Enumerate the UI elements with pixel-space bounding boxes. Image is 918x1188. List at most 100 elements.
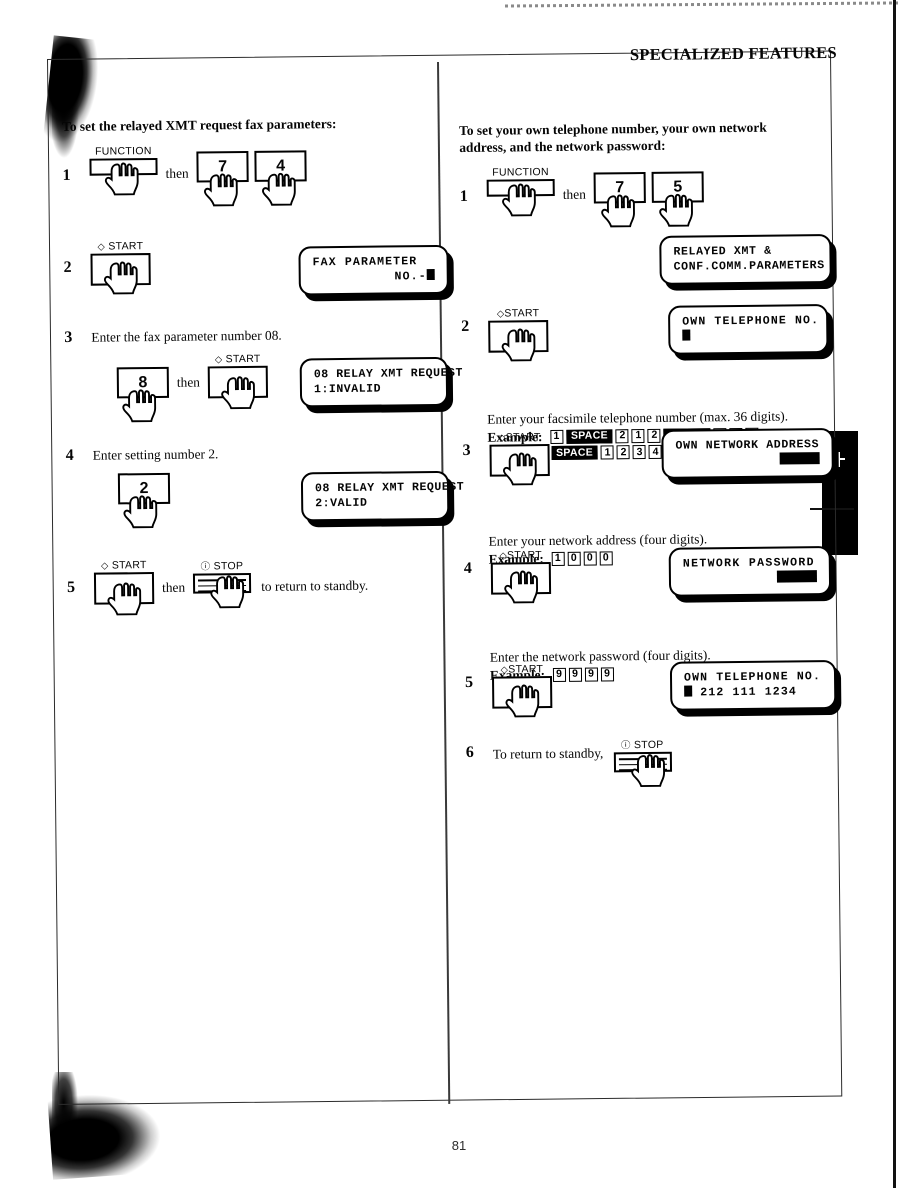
lcd-line-1: 08 RELAY XMT REQUEST — [314, 480, 465, 496]
digit-key-2-box[interactable]: 2 — [117, 472, 171, 505]
lcd-screen: OWN TELEPHONE NO. 212 111 1234 — [669, 659, 837, 711]
start-key[interactable]: ◇START — [489, 431, 550, 486]
scanned-manual-page: SPECIALIZED FEATURES To set the relayed … — [0, 0, 918, 1188]
lcd-line-1: NETWORK PASSWORD — [682, 556, 815, 571]
start-key-cap-text: START — [225, 352, 261, 366]
lcd-line-2-text: NO.- — [394, 270, 427, 284]
lcd-line-2 — [682, 328, 814, 344]
lcd-inverse-block — [779, 452, 820, 465]
function-key-cap-label: FUNCTION — [94, 145, 152, 158]
lcd-line-2: CONF.COMM.PARAMETERS — [673, 259, 825, 274]
left-step-3-text: Enter the fax parameter number 08. — [91, 327, 282, 345]
left-step-4: 4 Enter setting number 2. 2 08 RELAY XMT… — [65, 443, 464, 539]
start-key-cap-text: START — [111, 559, 147, 572]
digit-key-7-box[interactable]: 7 — [593, 171, 646, 204]
right-step-1: 1 FUNCTION then 7 5 RELAYED XMT & CONF.C… — [459, 164, 837, 298]
start-key-box[interactable] — [93, 572, 155, 605]
right-step-4: 4 ◇START NETWORK PASSWORD Enter the netw… — [463, 542, 837, 683]
lcd-cursor-block — [684, 685, 693, 697]
lcd-line-2 — [683, 570, 818, 586]
digit-key-5[interactable]: 5 — [651, 171, 704, 227]
lcd-cursor-block — [426, 268, 435, 281]
lcd-screen: RELAYED XMT & CONF.COMM.PARAMETERS — [659, 233, 832, 285]
start-key-box[interactable] — [207, 365, 269, 399]
lcd-line-2: NO.- — [313, 268, 435, 285]
digit-key-4-box[interactable]: 4 — [254, 150, 307, 182]
right-step-2: 2 ◇START OWN TELEPHONE NO. Enter your fa… — [461, 300, 834, 461]
function-key[interactable]: FUNCTION — [89, 145, 158, 196]
start-key[interactable]: ◇ START — [207, 352, 269, 410]
start-key-cap-label: ◇START — [499, 549, 543, 562]
stop-key-cap-label: ⓘ STOP — [620, 738, 664, 752]
function-key-cap-label: FUNCTION — [492, 166, 549, 179]
right-step-1-number: 1 — [459, 187, 468, 205]
function-key-box[interactable] — [89, 157, 158, 176]
lcd-screen: 08 RELAY XMT REQUEST 1:INVALID — [299, 356, 463, 408]
right-step-3: 3 ◇START OWN NETWORK ADDRESS Enter your … — [462, 424, 839, 567]
left-step-5-trailing-text: to return to standby. — [261, 577, 369, 594]
page-number: 81 — [451, 1138, 467, 1153]
left-step-1-then-label: then — [165, 165, 189, 181]
lcd-display: OWN NETWORK ADDRESS — [661, 427, 839, 485]
stop-key[interactable]: ⓘ STOP — [193, 560, 252, 609]
start-key[interactable]: ◇START — [492, 663, 553, 718]
start-key[interactable]: ◇ START — [93, 559, 155, 616]
right-step-3-number: 3 — [462, 441, 471, 459]
start-key[interactable]: ◇ START — [90, 240, 151, 295]
right-step-4-number: 4 — [463, 559, 472, 577]
digit-key-8[interactable]: 8 — [116, 366, 170, 423]
start-key-box[interactable] — [90, 253, 151, 286]
function-key-box[interactable] — [486, 178, 555, 197]
stop-key-cap-text: STOP — [633, 738, 664, 752]
start-key-box[interactable] — [492, 676, 553, 709]
lcd-cursor-block — [682, 329, 691, 341]
stop-key[interactable]: ⓘ STOP — [613, 738, 672, 788]
digit-key-4[interactable]: 4 — [254, 150, 307, 206]
digit-key-7-box[interactable]: 7 — [196, 150, 249, 183]
right-step-5-number: 5 — [464, 673, 474, 691]
digit-key-8-box[interactable]: 8 — [116, 366, 170, 399]
start-key-box[interactable] — [490, 562, 552, 595]
start-key-box[interactable] — [488, 320, 549, 353]
scan-streak-artifact — [504, 1, 901, 8]
left-step-3: 3 Enter the fax parameter number 08. 8 t… — [64, 325, 463, 429]
lcd-line-1: OWN NETWORK ADDRESS — [675, 438, 820, 453]
lcd-screen: FAX PARAMETER NO.- — [298, 244, 449, 296]
start-key[interactable]: ◇START — [490, 549, 552, 604]
left-step-3-then-label: then — [176, 374, 201, 390]
start-key-cap-label: ◇ START — [100, 559, 147, 572]
left-step-5-then-label: then — [162, 579, 186, 595]
left-step-2-number: 2 — [63, 258, 72, 276]
digit-key-7[interactable]: 7 — [593, 171, 646, 228]
scan-edge-line — [893, 0, 896, 1188]
page-header-title: SPECIALIZED FEATURES — [629, 42, 837, 65]
right-column: To set your own telephone number, your o… — [459, 118, 842, 812]
right-step-5: 5 ◇START OWN TELEPHONE NO. 212 111 1234 — [464, 656, 842, 738]
start-key-cap-text: START — [504, 307, 540, 320]
digit-key-5-box[interactable]: 5 — [651, 171, 704, 203]
lcd-display: 08 RELAY XMT REQUEST 1:INVALID — [299, 356, 463, 414]
digit-key-2[interactable]: 2 — [117, 472, 171, 529]
start-key-cap-label: ◇ START — [97, 240, 144, 253]
stop-key-cap-text: STOP — [213, 560, 244, 573]
start-key-box[interactable] — [489, 444, 550, 477]
left-step-4-number: 4 — [65, 446, 74, 464]
digit-key-7[interactable]: 7 — [196, 150, 249, 207]
start-key[interactable]: ◇START — [488, 307, 549, 362]
stop-key-cap-label: ⓘ STOP — [200, 560, 244, 573]
lcd-screen: 08 RELAY XMT REQUEST 2:VALID — [300, 470, 465, 522]
left-intro-text: To set the relayed XMT request fax param… — [62, 116, 337, 134]
left-step-1: 1 FUNCTION then 7 4 — [62, 143, 433, 219]
right-step-6-text: To return to standby, — [492, 745, 604, 762]
stop-key-box[interactable] — [613, 751, 672, 773]
function-key[interactable]: FUNCTION — [486, 166, 555, 217]
stop-key-box[interactable] — [193, 572, 252, 594]
left-step-4-text: Enter setting number 2. — [92, 446, 219, 463]
lcd-inverse-block — [776, 570, 818, 583]
lcd-screen: OWN TELEPHONE NO. — [668, 304, 829, 355]
start-key-cap-label: ◇ START — [214, 352, 261, 366]
lcd-display: 08 RELAY XMT REQUEST 2:VALID — [300, 470, 465, 528]
lcd-line-1: OWN TELEPHONE NO. — [682, 314, 820, 329]
left-step-5-number: 5 — [66, 578, 76, 596]
lcd-line-2: 1:INVALID — [313, 382, 382, 397]
